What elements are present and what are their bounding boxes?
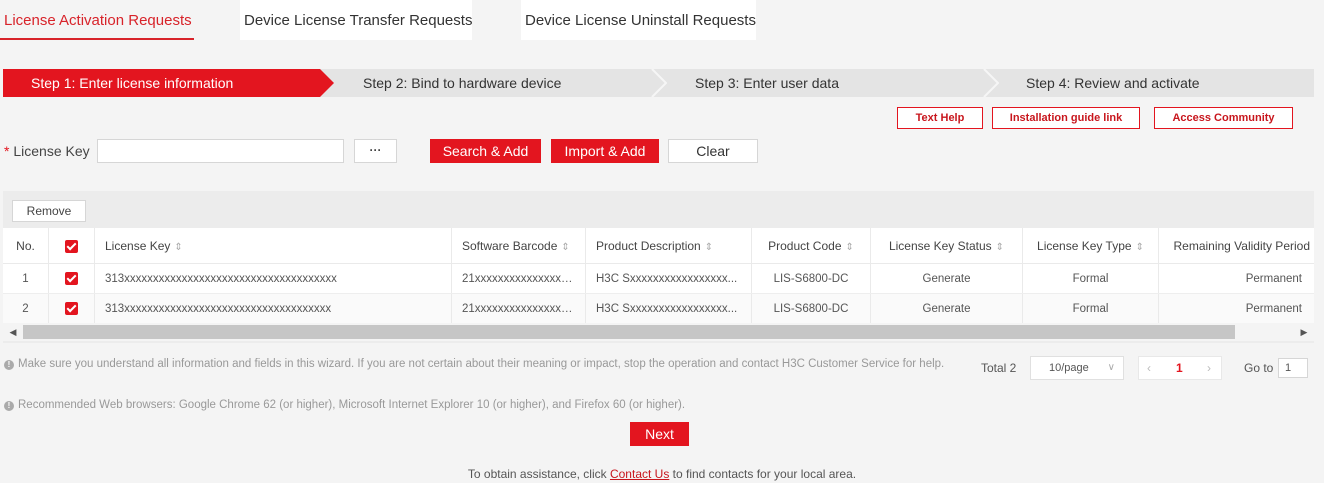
col-software-barcode[interactable]: Software Barcode ⇕ (452, 228, 586, 263)
col-license-key-status-label: License Key Status (888, 239, 992, 253)
step-chevron-icon (983, 69, 999, 97)
step-1-arrow (320, 69, 334, 97)
browser-note-text: Recommended Web browsers: Google Chrome … (18, 399, 686, 411)
scroll-right-icon[interactable]: ▶ (1296, 323, 1312, 341)
row-license-key-status: Generate (871, 264, 1023, 293)
info-icon: ! (4, 401, 14, 411)
sort-icon[interactable]: ⇕ (561, 242, 569, 253)
page-size-select[interactable]: 10/page ∨ (1030, 356, 1124, 380)
clear-button[interactable]: Clear (668, 139, 758, 163)
sort-icon[interactable]: ⇕ (174, 242, 182, 253)
next-button[interactable]: Next (630, 422, 689, 446)
footer-suffix: to find contacts for your local area. (669, 467, 857, 481)
wizard-note: ! Make sure you understand all informatio… (4, 356, 979, 372)
row-checkbox[interactable] (65, 272, 78, 286)
col-license-key-status[interactable]: License Key Status ⇕ (871, 228, 1023, 263)
select-all-checkbox[interactable] (65, 240, 78, 254)
page-size-value: 10/page (1049, 362, 1089, 374)
row-remaining-validity: Permanent (1245, 273, 1302, 285)
col-product-code[interactable]: Product Code ⇕ (752, 228, 871, 263)
browser-note: ! Recommended Web browsers: Google Chrome… (4, 397, 904, 413)
scrollbar-thumb[interactable] (23, 325, 1235, 339)
tab-device-license-uninstall[interactable]: Device License Uninstall Requests (521, 0, 756, 40)
row-license-key-status: Generate (871, 294, 1023, 324)
tab-device-license-transfer[interactable]: Device License Transfer Requests (240, 0, 472, 40)
col-product-description[interactable]: Product Description ⇕ (586, 228, 752, 263)
pagination-total: Total 2 (981, 361, 1017, 375)
row-software-barcode: 21xxxxxxxxxxxxxxxxx... (452, 264, 586, 293)
select-all-cell[interactable] (49, 228, 95, 263)
goto-page-input[interactable]: 1 (1278, 358, 1308, 378)
chevron-down-icon: ∨ (1107, 362, 1115, 373)
sort-icon[interactable]: ⇕ (846, 242, 854, 253)
col-license-key-type-label: License Key Type (1037, 239, 1132, 253)
text-help-button[interactable]: Text Help (897, 107, 983, 129)
col-product-code-label: Product Code (768, 239, 842, 253)
table-row[interactable]: 1 313xxxxxxxxxxxxxxxxxxxxxxxxxxxxxxxxxxx… (3, 264, 1314, 294)
row-license-key: 313xxxxxxxxxxxxxxxxxxxxxxxxxxxxxxxxxxxx (95, 294, 452, 324)
step-3: Step 3: Enter user data (695, 75, 839, 91)
wizard-steps: Step 1: Enter license information Step 2… (3, 69, 1314, 97)
scroll-left-icon[interactable]: ◀ (5, 323, 21, 341)
col-license-key[interactable]: License Key ⇕ (95, 228, 452, 263)
pagination-nav: ‹ 1 › (1138, 356, 1222, 380)
col-remaining-validity: Remaining Validity Period (1173, 239, 1310, 253)
col-license-key-type[interactable]: License Key Type ⇕ (1023, 228, 1159, 263)
row-license-key-type: Formal (1023, 294, 1159, 324)
sort-icon[interactable]: ⇕ (996, 242, 1004, 253)
row-product-description: H3C Sxxxxxxxxxxxxxxxxx... (586, 294, 752, 324)
license-key-label-text: License Key (13, 143, 90, 159)
row-product-code: LIS-S6800-DC (752, 264, 871, 293)
row-license-key-type: Formal (1023, 264, 1159, 293)
info-icon: ! (4, 360, 14, 370)
step-4: Step 4: Review and activate (1026, 75, 1200, 91)
table-header: No. License Key ⇕ Software Barcode ⇕ Produ… (3, 228, 1314, 264)
import-add-button[interactable]: Import & Add (551, 139, 659, 163)
row-no: 2 (3, 294, 49, 324)
page-number[interactable]: 1 (1176, 357, 1183, 379)
row-license-key: 313xxxxxxxxxxxxxxxxxxxxxxxxxxxxxxxxxxxxx (95, 264, 452, 293)
remove-button[interactable]: Remove (12, 200, 86, 222)
required-mark: * (4, 143, 10, 159)
row-software-barcode: 21xxxxxxxxxxxxxxxxx... (452, 294, 586, 324)
row-remaining-validity: Permanent (1245, 303, 1302, 315)
tab-license-activation[interactable]: License Activation Requests (0, 0, 194, 40)
col-product-description-label: Product Description (596, 239, 701, 253)
access-community-button[interactable]: Access Community (1154, 107, 1293, 129)
col-software-barcode-label: Software Barcode (462, 239, 558, 253)
sort-icon[interactable]: ⇕ (705, 242, 713, 253)
step-1: Step 1: Enter license information (3, 69, 320, 97)
goto-label: Go to (1244, 361, 1274, 375)
search-add-button[interactable]: Search & Add (430, 139, 541, 163)
browse-button[interactable]: ··· (354, 139, 397, 163)
wizard-note-text: Make sure you understand all information… (18, 358, 945, 370)
row-product-description: H3C Sxxxxxxxxxxxxxxxxx... (586, 264, 752, 293)
horizontal-scrollbar[interactable]: ◀ ▶ (3, 323, 1314, 341)
next-page-icon[interactable]: › (1207, 357, 1211, 379)
license-table-panel: Remove No. License Key ⇕ Software Barcode… (3, 191, 1314, 343)
row-checkbox-cell[interactable] (49, 264, 95, 293)
installation-guide-button[interactable]: Installation guide link (992, 107, 1140, 129)
col-license-key-label: License Key (105, 239, 171, 253)
footer-assistance: To obtain assistance, click Contact Us t… (0, 466, 1324, 482)
prev-page-icon[interactable]: ‹ (1147, 357, 1151, 379)
footer-prefix: To obtain assistance, click (467, 467, 610, 481)
step-chevron-icon (651, 69, 667, 97)
contact-us-link[interactable]: Contact Us (610, 467, 669, 481)
row-no: 1 (3, 264, 49, 293)
table-row[interactable]: 2 313xxxxxxxxxxxxxxxxxxxxxxxxxxxxxxxxxxx… (3, 294, 1314, 324)
row-product-code: LIS-S6800-DC (752, 294, 871, 324)
row-checkbox-cell[interactable] (49, 294, 95, 324)
sort-icon[interactable]: ⇕ (1136, 242, 1144, 253)
row-checkbox[interactable] (65, 302, 78, 316)
page: License Activation Requests Device Licen… (0, 0, 1324, 483)
step-2: Step 2: Bind to hardware device (363, 75, 562, 91)
license-key-label: * License Key (4, 143, 90, 159)
license-key-input[interactable] (97, 139, 344, 163)
col-no: No. (3, 228, 49, 263)
